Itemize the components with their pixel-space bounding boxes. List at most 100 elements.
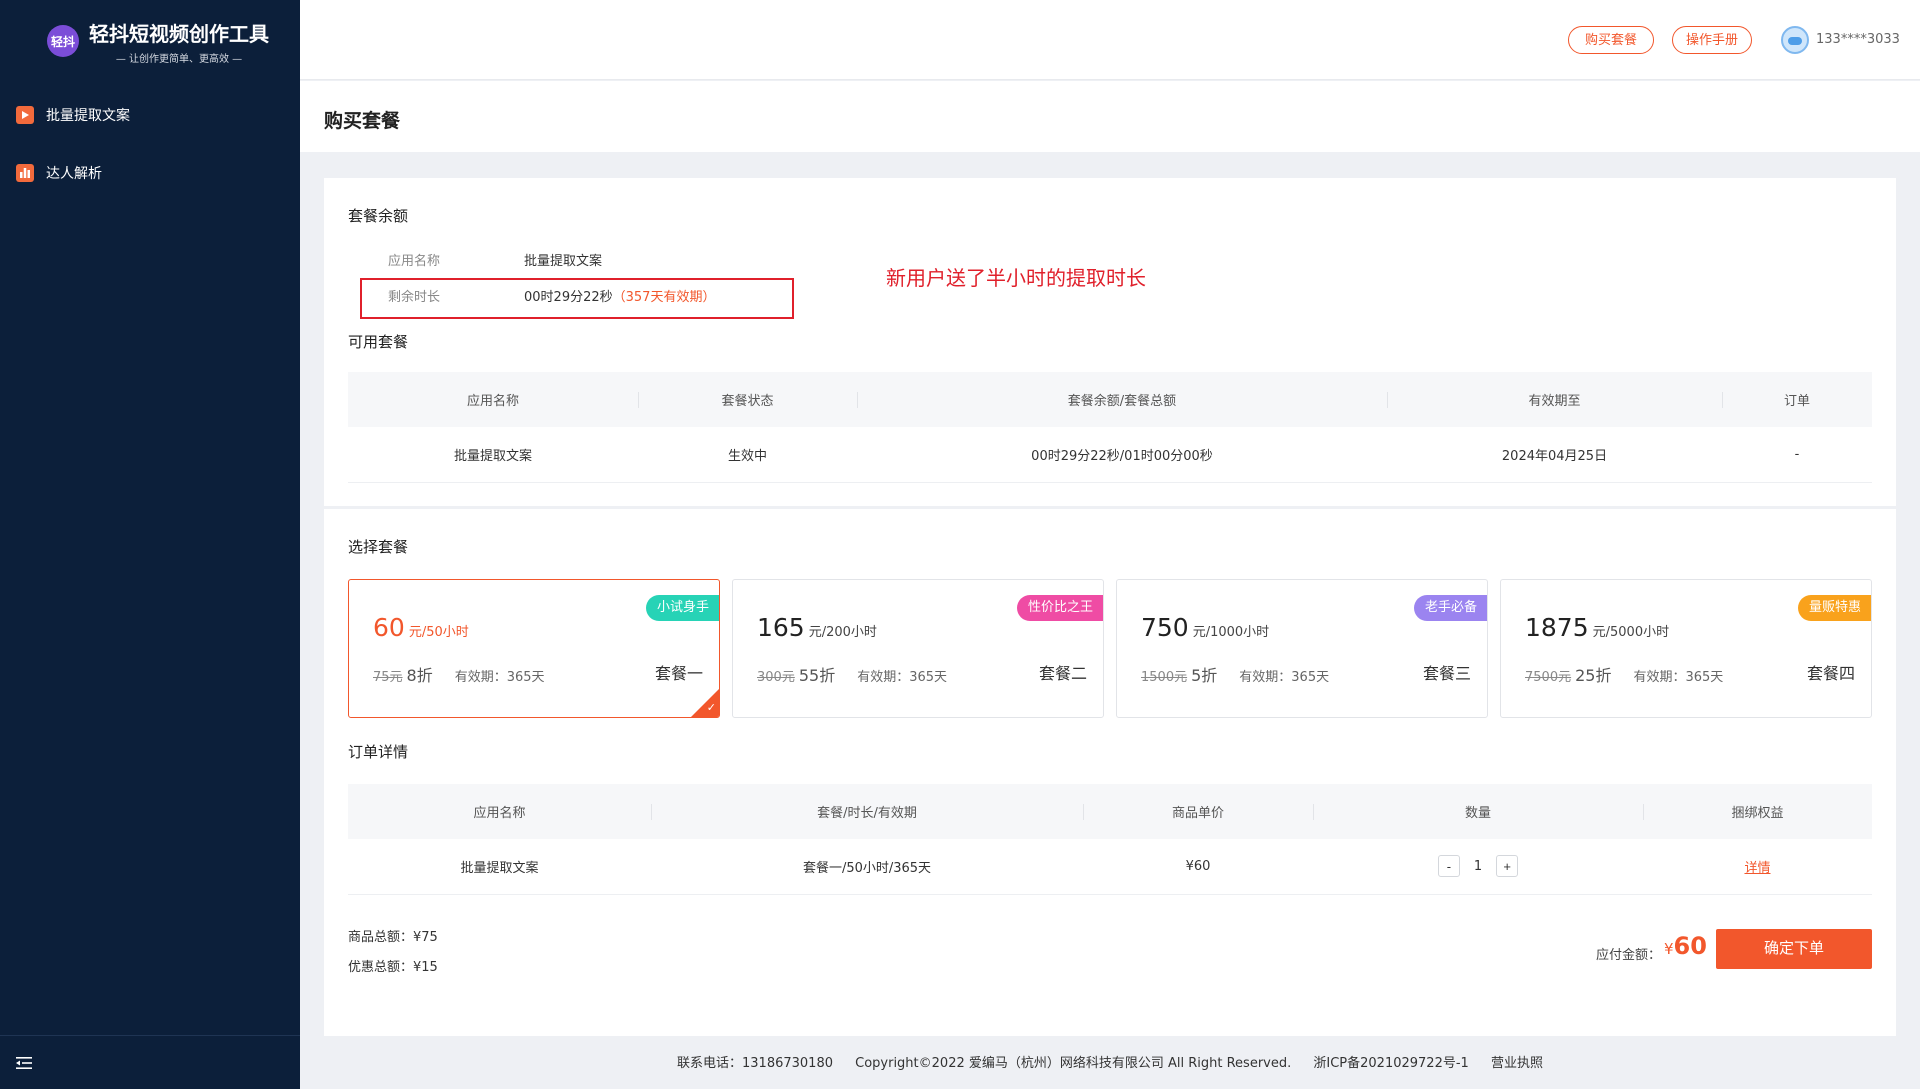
package-unit: 元/1000小时	[1192, 625, 1270, 640]
package-card-3[interactable]: 老手必备 750 元/1000小时 1500元 5折 有效期：365天 套餐三	[1116, 579, 1488, 718]
table-header: 有效期至	[1387, 372, 1722, 427]
package-original-price: 7500元	[1525, 670, 1572, 685]
package-price: 1875	[1525, 613, 1589, 642]
package-card-4[interactable]: 量贩特惠 1875 元/5000小时 7500元 25折 有效期：365天 套餐四	[1500, 579, 1872, 718]
table-header: 套餐/时长/有效期	[651, 784, 1083, 839]
decrease-button[interactable]: -	[1437, 855, 1460, 878]
package-name: 套餐四	[1806, 664, 1855, 683]
balance-app-value: 批量提取文案	[524, 254, 603, 269]
package-name: 套餐三	[1422, 664, 1471, 683]
pay-amount-value: 60	[1673, 932, 1707, 960]
buy-package-button[interactable]: 购买套餐	[1568, 26, 1654, 54]
table-header: 数量	[1313, 784, 1643, 839]
table-header: 捆绑权益	[1643, 784, 1872, 839]
top-header: 购买套餐 操作手册 133****3033	[300, 0, 1920, 80]
collapse-menu-icon[interactable]	[16, 1056, 32, 1070]
sidebar: 轻抖 轻抖短视频创作工具 — 让创作更简单、更高效 — 批量提取文案 达人解析	[0, 0, 300, 1089]
table-cell: 生效中	[638, 427, 857, 483]
package-discount: 8折	[406, 666, 433, 685]
package-price: 165	[757, 613, 805, 642]
quantity-value: 1	[1473, 858, 1483, 874]
package-validity: 有效期：365天	[454, 670, 545, 685]
goods-total: 商品总额：¥75	[348, 930, 438, 945]
package-tag: 小试身手	[645, 595, 719, 621]
quantity-cell: - 1 +	[1313, 839, 1643, 895]
place-order-button[interactable]: 确定下单	[1716, 929, 1872, 969]
package-price: 750	[1141, 613, 1189, 642]
footer-icp-link[interactable]: 浙ICP备2021029722号-1	[1313, 1056, 1468, 1071]
discount-total: 优惠总额：¥15	[348, 960, 438, 975]
brand-subtitle: — 让创作更简单、更高效 —	[115, 53, 243, 65]
sidebar-item-label: 达人解析	[46, 166, 102, 182]
manual-button[interactable]: 操作手册	[1672, 26, 1752, 54]
order-section-title: 订单详情	[348, 743, 409, 761]
package-tag: 老手必备	[1413, 595, 1487, 621]
table-header: 套餐余额/套餐总额	[857, 372, 1387, 427]
choose-section-title: 选择套餐	[348, 538, 409, 556]
pay-amount-label: 应付金额：	[1596, 948, 1662, 963]
balance-section-title: 套餐余额	[348, 207, 409, 225]
table-row: 批量提取文案 套餐一/50小时/365天 ¥60 - 1 + 详情	[348, 839, 1872, 895]
table-cell: 批量提取文案	[348, 839, 651, 895]
package-unit: 元/5000小时	[1592, 625, 1670, 640]
table-cell: 00时29分22秒/01时00分00秒	[857, 427, 1387, 483]
page-footer: 联系电话：13186730180 Copyright©2022 爱编马（杭州）网…	[300, 1052, 1920, 1071]
package-validity: 有效期：365天	[1633, 670, 1724, 685]
section-divider	[324, 506, 1896, 509]
package-name: 套餐二	[1038, 664, 1087, 683]
package-discount: 25折	[1575, 666, 1612, 685]
table-cell: 套餐一/50小时/365天	[651, 839, 1083, 895]
table-cell: 2024年04月25日	[1387, 427, 1722, 483]
package-price: 60	[373, 613, 405, 642]
increase-button[interactable]: +	[1496, 855, 1519, 878]
package-tag: 性价比之王	[1016, 595, 1103, 621]
page-title-bar: 购买套餐	[300, 81, 1920, 152]
table-header: 商品单价	[1083, 784, 1313, 839]
sidebar-footer	[0, 1035, 300, 1089]
package-original-price: 300元	[757, 670, 795, 685]
sidebar-item-creator-analysis[interactable]: 达人解析	[0, 144, 300, 202]
footer-phone: 联系电话：13186730180	[677, 1056, 833, 1071]
main-card: 套餐余额 应用名称 批量提取文案 剩余时长 00时29分22秒（357天有效期）…	[324, 178, 1896, 1036]
table-row: 批量提取文案 生效中 00时29分22秒/01时00分00秒 2024年04月2…	[348, 427, 1872, 483]
package-name: 套餐一	[654, 664, 703, 683]
brand: 轻抖 轻抖短视频创作工具 — 让创作更简单、更高效 —	[0, 0, 300, 82]
package-validity: 有效期：365天	[1239, 670, 1330, 685]
order-table: 应用名称 套餐/时长/有效期 商品单价 数量 捆绑权益 批量提取文案 套餐一/5…	[348, 784, 1872, 895]
table-header: 应用名称	[348, 784, 651, 839]
available-table: 应用名称 套餐状态 套餐余额/套餐总额 有效期至 订单 批量提取文案 生效中 0…	[348, 372, 1872, 483]
table-header: 套餐状态	[638, 372, 857, 427]
table-cell: 批量提取文案	[348, 427, 638, 483]
package-unit: 元/200小时	[808, 625, 877, 640]
pay-amount: ¥60	[1664, 932, 1707, 960]
pay-currency: ¥	[1664, 940, 1674, 958]
brand-logo: 轻抖	[47, 25, 79, 57]
table-cell: ¥60	[1083, 839, 1313, 895]
highlight-box	[360, 278, 794, 319]
package-validity: 有效期：365天	[857, 670, 948, 685]
benefit-details-link[interactable]: 详情	[1744, 861, 1770, 876]
page-title: 购买套餐	[324, 110, 401, 132]
package-tag: 量贩特惠	[1797, 595, 1871, 621]
username[interactable]: 133****3033	[1816, 32, 1900, 47]
package-discount: 5折	[1191, 666, 1218, 685]
sidebar-item-label: 批量提取文案	[46, 108, 130, 124]
video-icon	[16, 106, 34, 124]
table-cell: -	[1722, 427, 1872, 483]
package-discount: 55折	[798, 666, 836, 685]
sidebar-item-batch-extract[interactable]: 批量提取文案	[0, 86, 300, 144]
sidebar-menu: 批量提取文案 达人解析	[0, 86, 300, 202]
quantity-stepper: - 1 +	[1437, 855, 1519, 878]
benefit-cell: 详情	[1643, 839, 1872, 895]
package-original-price: 1500元	[1141, 670, 1188, 685]
bar-chart-icon	[16, 164, 34, 182]
package-card-1[interactable]: 小试身手 60 元/50小时 75元 8折 有效期：365天 套餐一 ✓	[348, 579, 720, 718]
avatar[interactable]	[1781, 26, 1809, 54]
table-header: 订单	[1722, 372, 1872, 427]
package-unit: 元/50小时	[408, 625, 469, 640]
balance-app-label: 应用名称	[388, 254, 441, 269]
footer-license-link[interactable]: 营业执照	[1491, 1056, 1543, 1071]
available-section-title: 可用套餐	[348, 333, 409, 351]
footer-copyright: Copyright©2022 爱编马（杭州）网络科技有限公司 All Right…	[855, 1056, 1292, 1071]
package-card-2[interactable]: 性价比之王 165 元/200小时 300元 55折 有效期：365天 套餐二	[732, 579, 1104, 718]
